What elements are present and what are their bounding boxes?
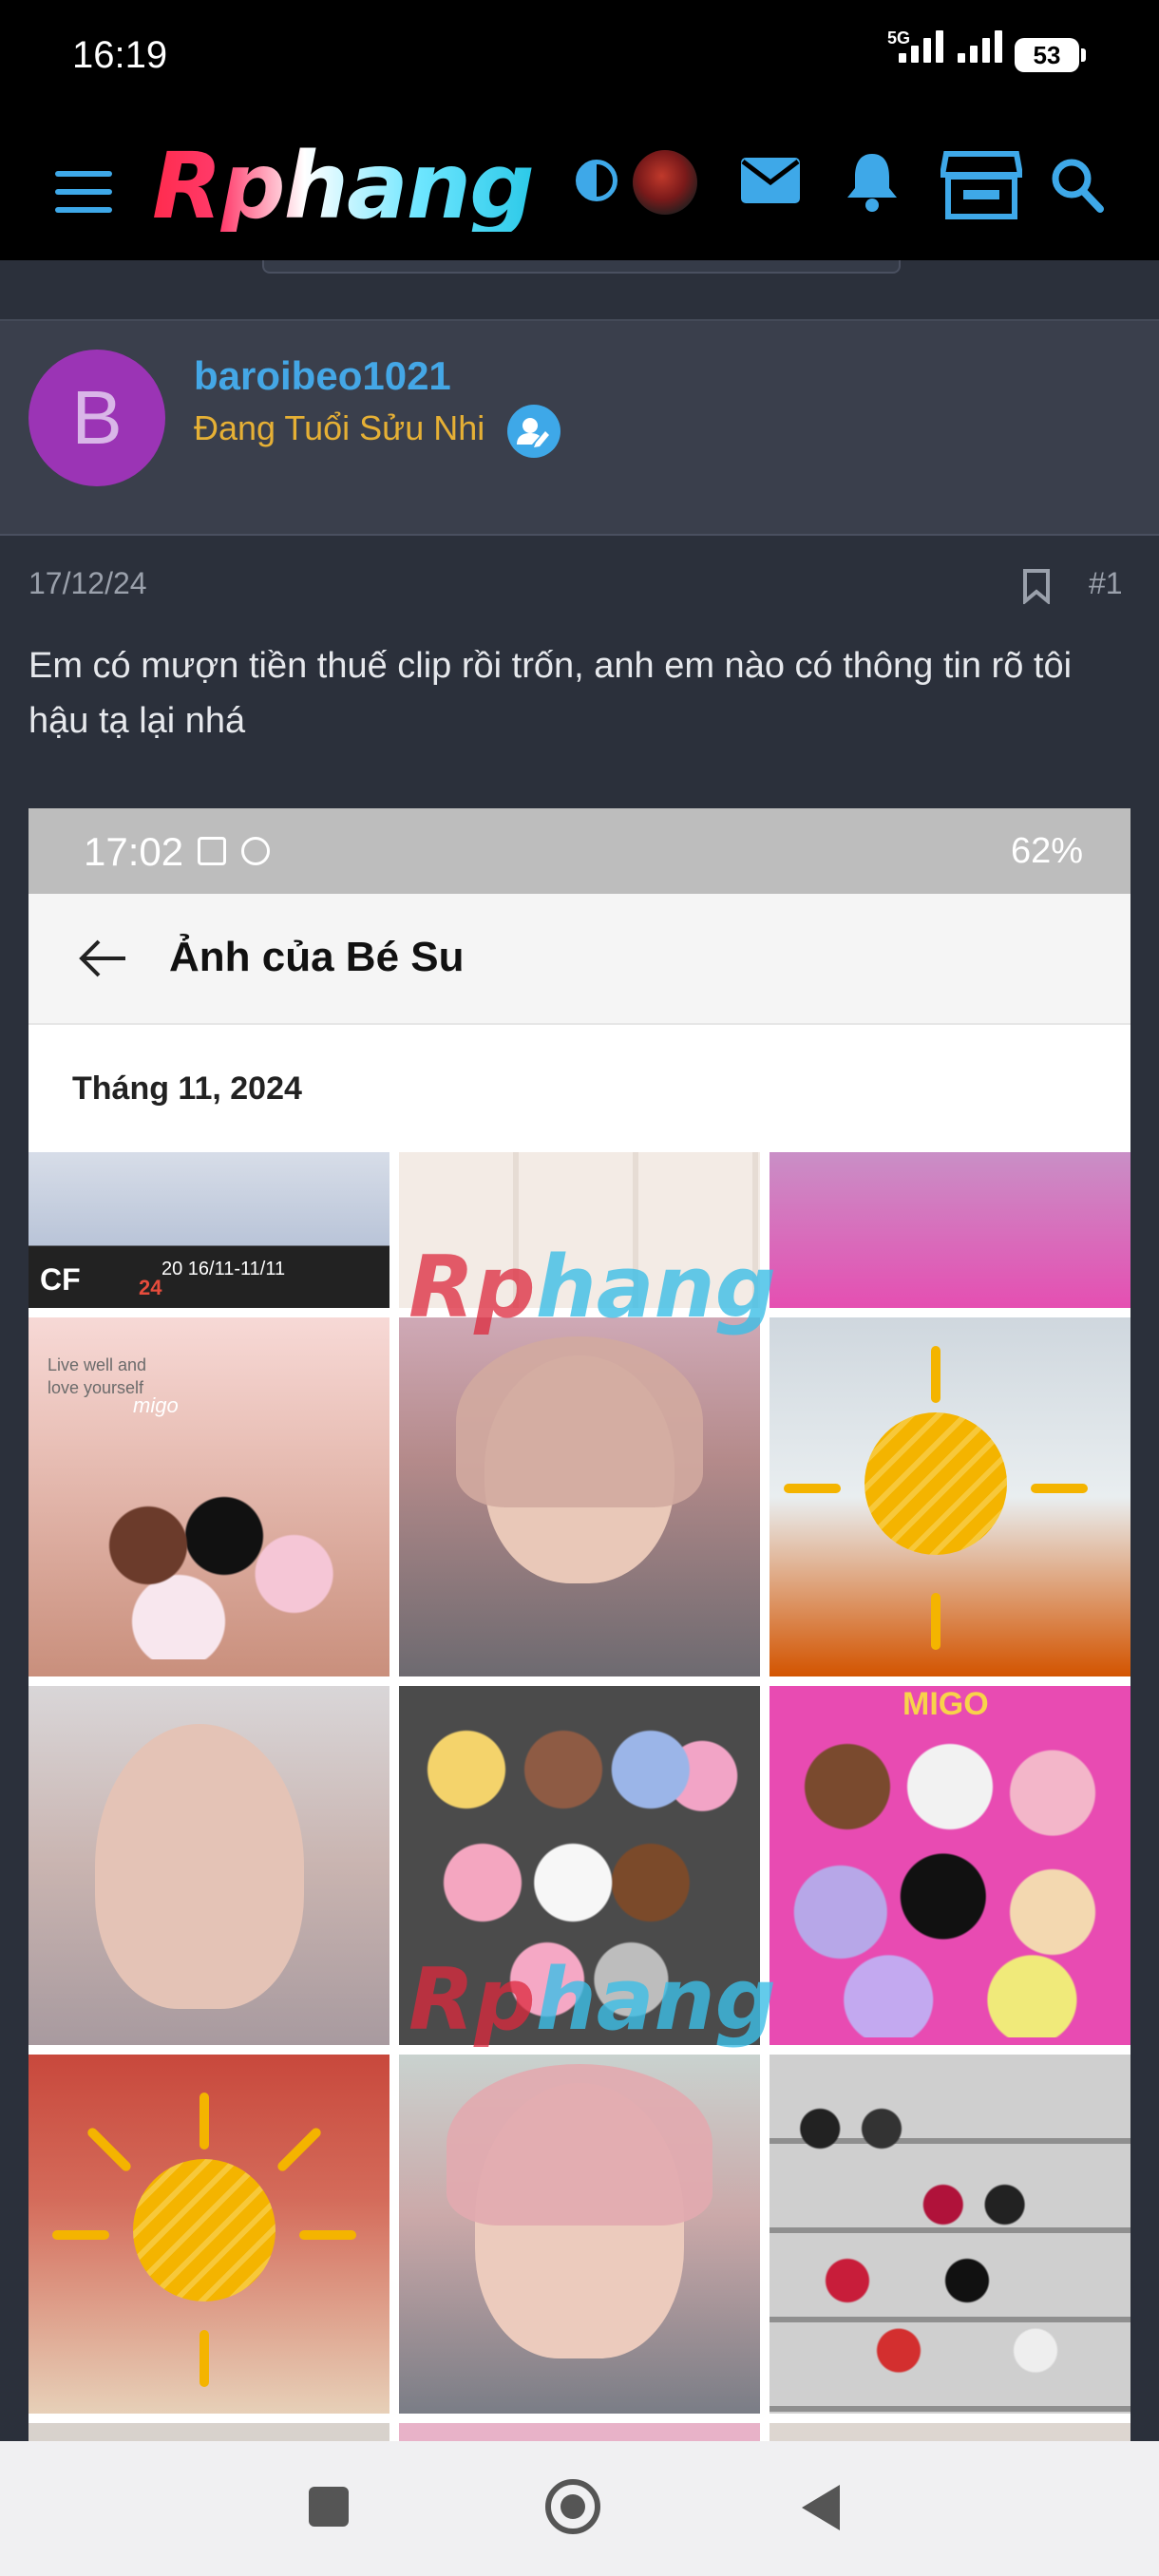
verified-user-icon bbox=[507, 405, 560, 458]
post-number[interactable]: #1 bbox=[1089, 566, 1123, 601]
store-icon[interactable] bbox=[940, 150, 1022, 220]
poster-text-1: Live well and bbox=[48, 1355, 147, 1374]
page-nav-strip bbox=[262, 260, 901, 274]
photo-thumb: MIGO bbox=[770, 1686, 1130, 2045]
wall-brand: MIGO bbox=[902, 1686, 989, 1722]
post-date[interactable]: 17/12/24 bbox=[28, 566, 147, 601]
embedded-app-header: Ảnh của Bé Su bbox=[28, 894, 1130, 1025]
poster-text-2: love yourself bbox=[48, 1378, 144, 1397]
photo-thumb: Live well and love yourself migo bbox=[28, 1317, 390, 1676]
status-bar: 16:19 5G 53 bbox=[0, 0, 1159, 112]
photo-thumb bbox=[770, 1317, 1130, 1676]
photo-thumb bbox=[28, 2423, 390, 2442]
user-title: Đang Tuổi Sửu Nhi bbox=[194, 408, 485, 447]
month-label: Tháng 11, 2024 bbox=[72, 1070, 302, 1107]
post-attachment-image[interactable]: 17:02 62% Ảnh của Bé Su Tháng 11, 2024 C… bbox=[28, 808, 1130, 2442]
embedded-title: Ảnh của Bé Su bbox=[169, 934, 465, 980]
home-button[interactable] bbox=[545, 2479, 600, 2534]
embedded-status-bar: 17:02 62% bbox=[28, 808, 1130, 894]
photo-thumb bbox=[28, 1686, 390, 2045]
system-navigation-bar bbox=[0, 2441, 1159, 2576]
gallery-icon bbox=[198, 837, 226, 865]
bookmark-icon[interactable] bbox=[1022, 568, 1051, 604]
photo-thumb bbox=[399, 2055, 760, 2414]
poster-brand: migo bbox=[133, 1393, 179, 1417]
search-icon[interactable] bbox=[1049, 156, 1106, 215]
event-number: 24 bbox=[139, 1276, 162, 1299]
mail-icon[interactable] bbox=[739, 156, 802, 205]
post-author-block: B baroibeo1021 Đang Tuổi Sửu Nhi bbox=[0, 319, 1159, 536]
user-avatar[interactable] bbox=[633, 150, 697, 215]
embedded-month-header: Tháng 11, 2024 bbox=[28, 1025, 1130, 1154]
back-arrow-icon bbox=[79, 939, 125, 977]
watermark-logo: Rphang bbox=[408, 1950, 777, 2050]
photo-thumb bbox=[399, 1317, 760, 1676]
flower-icon bbox=[241, 837, 270, 865]
post-body-text: Em có mượn tiền thuế clip rồi trốn, anh … bbox=[28, 646, 1073, 741]
photo-thumb bbox=[770, 2423, 1130, 2442]
photo-thumb bbox=[770, 1152, 1130, 1308]
signal-icon bbox=[899, 30, 943, 63]
menu-icon[interactable] bbox=[55, 171, 112, 215]
photo-thumb bbox=[770, 2055, 1130, 2414]
site-logo[interactable]: Rphang bbox=[152, 141, 535, 232]
photo-thumb bbox=[399, 2423, 760, 2442]
photo-thumb: CF 20 16/11-11/11 24 bbox=[28, 1152, 390, 1308]
signal-icon-2 bbox=[958, 30, 1002, 63]
embedded-time: 17:02 bbox=[84, 829, 184, 874]
bell-icon[interactable] bbox=[844, 150, 901, 213]
battery-icon: 53 bbox=[1015, 38, 1086, 72]
avatar[interactable]: B bbox=[28, 350, 165, 486]
recents-button[interactable] bbox=[309, 2487, 349, 2527]
theme-toggle-icon[interactable] bbox=[576, 160, 618, 201]
embedded-battery: 62% bbox=[1010, 831, 1083, 871]
back-button[interactable] bbox=[802, 2485, 840, 2530]
status-time: 16:19 bbox=[72, 34, 168, 76]
username-link[interactable]: baroibeo1021 bbox=[194, 353, 451, 399]
watermark-logo: Rphang bbox=[408, 1238, 777, 1337]
event-code: CF bbox=[40, 1262, 81, 1297]
photo-thumb bbox=[28, 2055, 390, 2414]
event-dates: 20 16/11-11/11 bbox=[162, 1259, 286, 1279]
